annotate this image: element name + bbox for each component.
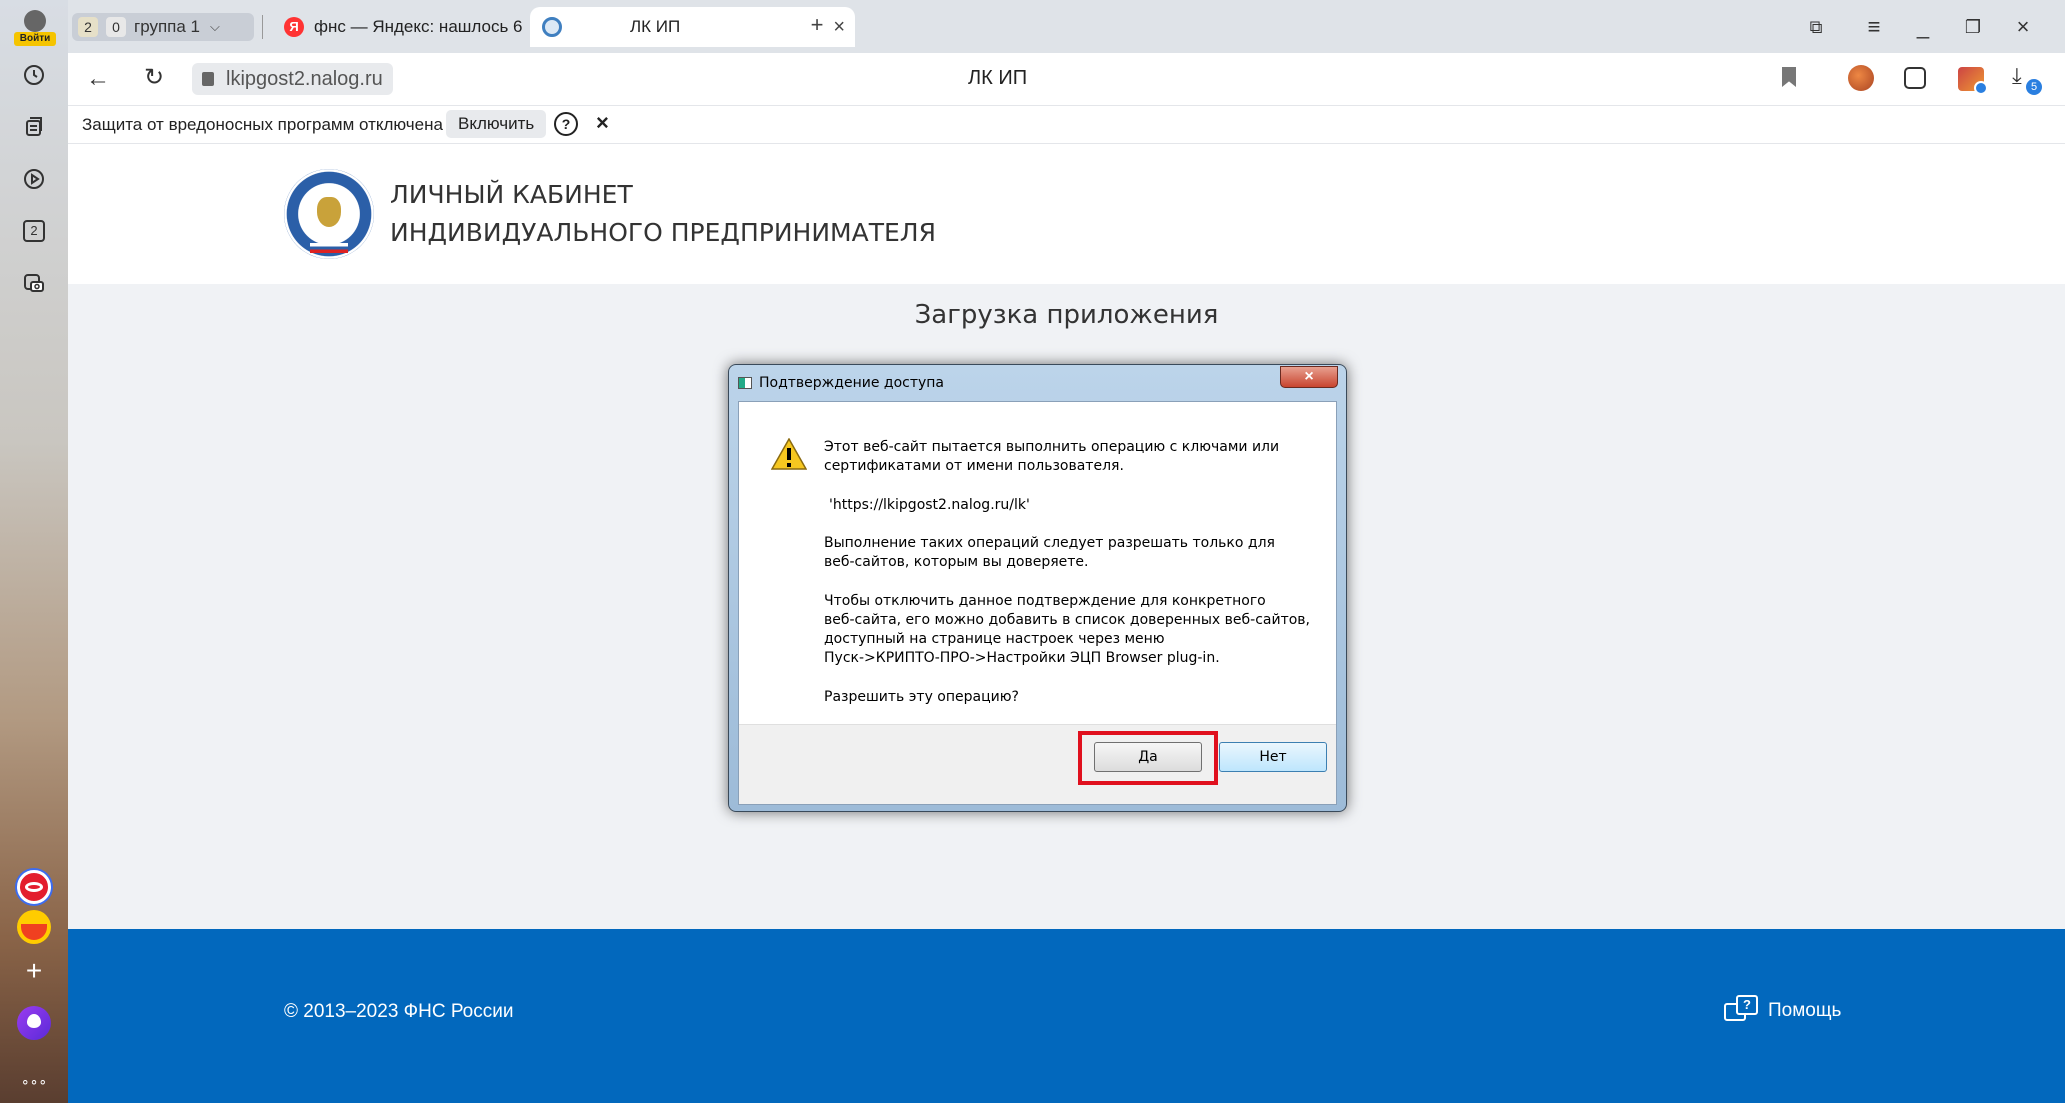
dialog-question: Разрешить эту операцию?	[824, 689, 1019, 705]
protection-message: Защита от вредоносных программ отключена	[82, 115, 443, 134]
access-confirm-dialog: Подтверждение доступа × Этот веб-сайт пы…	[728, 364, 1347, 812]
bookmark-icon[interactable]	[1782, 67, 1796, 87]
protection-infobar: Защита от вредоносных программ отключена…	[68, 106, 2065, 144]
tab-group-pill[interactable]: 2 0 группа 1 ⌵	[72, 13, 254, 41]
back-icon[interactable]: ←	[86, 65, 110, 93]
tab-yandex-title: фнс — Яндекс: нашлось 6	[314, 17, 523, 36]
dialog-url: 'https://lkipgost2.nalog.ru/lk'	[829, 497, 1030, 513]
browser-sidebar: Войти 2 + ∘∘∘	[0, 0, 68, 1103]
screenshot-icon[interactable]	[21, 270, 47, 296]
site-title-line1: ЛИЧНЫЙ КАБИНЕТ	[390, 180, 633, 209]
nalog-favicon-icon	[542, 17, 562, 37]
help-link[interactable]: ? Помощь	[1724, 995, 1841, 1027]
add-app-icon[interactable]: +	[21, 955, 47, 986]
tab-divider	[262, 15, 263, 39]
dialog-body: Этот веб-сайт пытается выполнить операци…	[738, 401, 1337, 805]
group-count-b: 0	[106, 17, 126, 37]
address-bar: ← ↻ lkipgost2.nalog.ru ЛК ИП ⤓ 5	[68, 53, 2065, 106]
dialog-app-icon	[738, 377, 752, 389]
page-title: ЛК ИП	[968, 67, 1028, 89]
dialog-close-button[interactable]: ×	[1280, 366, 1338, 388]
more-icon[interactable]: ∘∘∘	[21, 1068, 47, 1094]
fns-emblem-icon[interactable]	[284, 169, 374, 259]
close-tab-icon[interactable]: ×	[833, 16, 845, 39]
extension-icon-3[interactable]	[1958, 67, 1988, 95]
url-field[interactable]: lkipgost2.nalog.ru	[192, 63, 393, 95]
help-icon[interactable]: ?	[554, 112, 578, 136]
dialog-settings-note: Чтобы отключить данное подтверждение для…	[824, 593, 1310, 666]
downloads-badge: 5	[2026, 79, 2042, 95]
play-icon[interactable]	[21, 166, 47, 192]
downloads-icon[interactable]: ⤓ 5	[2012, 63, 2042, 95]
no-button[interactable]: Нет	[1219, 742, 1327, 772]
chevron-down-icon[interactable]: ⌵	[210, 19, 220, 35]
messenger-app-icon[interactable]	[17, 870, 51, 904]
new-tab-button[interactable]: +	[804, 13, 830, 39]
dialog-button-area: Да Нет	[739, 724, 1336, 804]
tab-manager-icon[interactable]: ⧉	[1801, 12, 1831, 42]
group-name: группа 1	[134, 17, 201, 36]
loading-title: Загрузка приложения	[914, 300, 1219, 330]
alice-assistant-icon[interactable]	[17, 1006, 51, 1040]
dialog-trust-note: Выполнение таких операций следует разреш…	[824, 535, 1275, 570]
mail-app-icon[interactable]	[17, 910, 51, 944]
user-avatar-icon	[24, 10, 46, 32]
restore-icon[interactable]: ❐	[1958, 12, 1988, 42]
extension-icon-2[interactable]	[1904, 67, 1926, 89]
warning-icon	[770, 437, 808, 470]
extension-icon-1[interactable]	[1848, 65, 1874, 91]
site-footer: © 2013–2023 ФНС России ? Помощь	[68, 929, 2065, 1103]
dialog-message: Этот веб-сайт пытается выполнить операци…	[824, 439, 1280, 474]
group-count-a: 2	[78, 17, 98, 37]
collections-icon[interactable]	[21, 114, 47, 140]
menu-icon[interactable]: ≡	[1859, 12, 1889, 42]
login-label: Войти	[14, 32, 56, 46]
lock-icon	[202, 72, 214, 86]
yandex-favicon-icon: Я	[284, 17, 304, 37]
url-text: lkipgost2.nalog.ru	[226, 67, 383, 90]
tab-lk-ip-title: ЛК ИП	[630, 17, 681, 36]
profile-button[interactable]: Войти	[14, 8, 56, 46]
help-label: Помощь	[1768, 1000, 1842, 1021]
tabs-count-icon[interactable]: 2	[21, 218, 47, 244]
close-infobar-icon[interactable]: ×	[596, 110, 609, 136]
reload-icon[interactable]: ↻	[144, 63, 164, 92]
site-title-line2: ИНДИВИДУАЛЬНОГО ПРЕДПРИНИМАТЕЛЯ	[390, 218, 936, 247]
copyright-text: © 2013–2023 ФНС России	[284, 1001, 514, 1022]
close-window-icon[interactable]: ×	[2008, 12, 2038, 42]
tabs-count-badge: 2	[23, 220, 45, 242]
tab-bar: 2 0 группа 1 ⌵ Я фнс — Яндекс: нашлось 6…	[68, 0, 2065, 53]
chat-help-icon: ?	[1724, 995, 1760, 1027]
yes-button[interactable]: Да	[1094, 742, 1202, 772]
dialog-titlebar[interactable]: Подтверждение доступа ×	[729, 365, 1346, 399]
minimize-icon[interactable]: _	[1908, 12, 1938, 42]
dialog-title: Подтверждение доступа	[759, 375, 945, 391]
enable-protection-button[interactable]: Включить	[446, 110, 547, 138]
site-header: ЛИЧНЫЙ КАБИНЕТ ИНДИВИДУАЛЬНОГО ПРЕДПРИНИ…	[68, 144, 2065, 284]
history-icon[interactable]	[21, 62, 47, 88]
